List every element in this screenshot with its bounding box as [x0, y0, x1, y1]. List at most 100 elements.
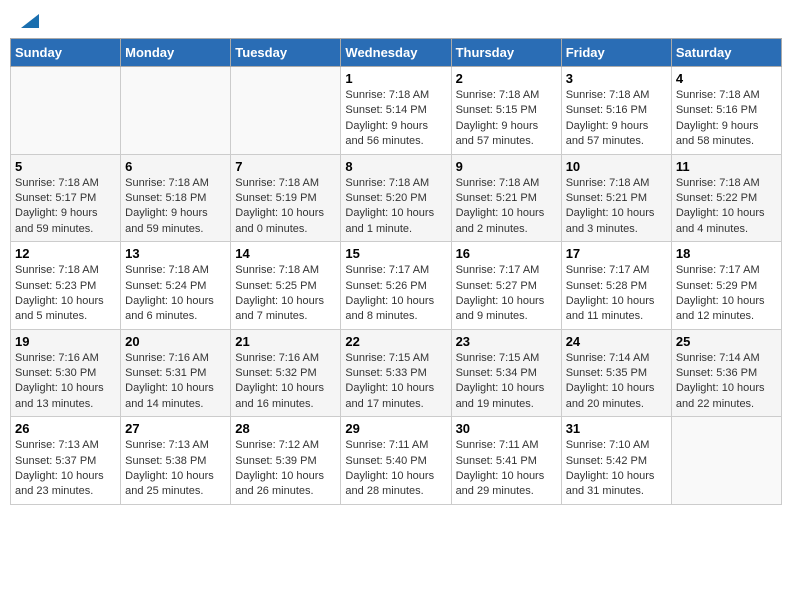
day-number: 3 — [566, 71, 667, 86]
day-info-text: Sunrise: 7:16 AM — [125, 351, 226, 366]
calendar-cell: 16Sunrise: 7:17 AMSunset: 5:27 PMDayligh… — [451, 242, 561, 330]
day-number: 4 — [676, 71, 777, 86]
day-info-text: Daylight: 9 hours and 59 minutes. — [125, 206, 226, 237]
calendar-cell: 30Sunrise: 7:11 AMSunset: 5:41 PMDayligh… — [451, 417, 561, 505]
day-info-text: Sunrise: 7:18 AM — [456, 88, 557, 103]
day-info-text: Sunrise: 7:18 AM — [15, 263, 116, 278]
calendar-cell: 1Sunrise: 7:18 AMSunset: 5:14 PMDaylight… — [341, 67, 451, 155]
calendar-cell: 4Sunrise: 7:18 AMSunset: 5:16 PMDaylight… — [671, 67, 781, 155]
day-info-text: Sunset: 5:19 PM — [235, 191, 336, 206]
day-info-text: Sunrise: 7:18 AM — [456, 176, 557, 191]
day-info-text: Sunrise: 7:17 AM — [566, 263, 667, 278]
calendar-cell: 13Sunrise: 7:18 AMSunset: 5:24 PMDayligh… — [121, 242, 231, 330]
day-info-text: Sunset: 5:42 PM — [566, 454, 667, 469]
day-info-text: Sunset: 5:21 PM — [566, 191, 667, 206]
calendar-cell: 21Sunrise: 7:16 AMSunset: 5:32 PMDayligh… — [231, 329, 341, 417]
day-number: 18 — [676, 246, 777, 261]
calendar-cell: 8 Sunrise: 7:18 AMSunset: 5:20 PMDaylight… — [341, 154, 451, 242]
calendar-cell: 20Sunrise: 7:16 AMSunset: 5:31 PMDayligh… — [121, 329, 231, 417]
day-info-text: Sunrise: 7:17 AM — [456, 263, 557, 278]
day-info-text: Sunset: 5:20 PM — [345, 191, 446, 206]
day-info-text: Sunset: 5:29 PM — [676, 279, 777, 294]
day-info-text: Daylight: 10 hours and 19 minutes. — [456, 381, 557, 412]
day-info-text: Daylight: 10 hours and 7 minutes. — [235, 294, 336, 325]
day-info-text: Sunrise: 7:13 AM — [125, 438, 226, 453]
calendar-cell: 12Sunrise: 7:18 AMSunset: 5:23 PMDayligh… — [11, 242, 121, 330]
day-info-text: Daylight: 9 hours and 57 minutes. — [566, 119, 667, 150]
calendar-cell: 9Sunrise: 7:18 AMSunset: 5:21 PMDaylight… — [451, 154, 561, 242]
day-info-text: Sunset: 5:27 PM — [456, 279, 557, 294]
day-number: 8 — [345, 159, 446, 174]
day-info-text: Daylight: 10 hours and 25 minutes. — [125, 469, 226, 500]
calendar-header — [10, 10, 782, 30]
calendar-cell: 14Sunrise: 7:18 AMSunset: 5:25 PMDayligh… — [231, 242, 341, 330]
day-info-text: Sunset: 5:16 PM — [676, 103, 777, 118]
day-number: 26 — [15, 421, 116, 436]
day-info-text: Sunset: 5:34 PM — [456, 366, 557, 381]
calendar-cell: 22Sunrise: 7:15 AMSunset: 5:33 PMDayligh… — [341, 329, 451, 417]
day-info-text: Sunset: 5:21 PM — [456, 191, 557, 206]
day-number: 28 — [235, 421, 336, 436]
day-info-text: Sunrise: 7:11 AM — [456, 438, 557, 453]
day-info-text: Sunrise: 7:16 AM — [15, 351, 116, 366]
day-info-text: Sunset: 5:23 PM — [15, 279, 116, 294]
day-info-text: Daylight: 9 hours and 57 minutes. — [456, 119, 557, 150]
day-number: 20 — [125, 334, 226, 349]
weekday-header-tuesday: Tuesday — [231, 39, 341, 67]
day-info-text: Daylight: 10 hours and 6 minutes. — [125, 294, 226, 325]
day-info-text: Sunrise: 7:18 AM — [235, 176, 336, 191]
day-info-text: Daylight: 10 hours and 16 minutes. — [235, 381, 336, 412]
day-info-text: Sunset: 5:16 PM — [566, 103, 667, 118]
day-info-text: Daylight: 10 hours and 26 minutes. — [235, 469, 336, 500]
day-info-text: Sunset: 5:38 PM — [125, 454, 226, 469]
day-info-text: Daylight: 10 hours and 29 minutes. — [456, 469, 557, 500]
calendar-cell — [231, 67, 341, 155]
day-info-text: Daylight: 10 hours and 17 minutes. — [345, 381, 446, 412]
day-info-text: Sunset: 5:25 PM — [235, 279, 336, 294]
calendar-cell: 25Sunrise: 7:14 AMSunset: 5:36 PMDayligh… — [671, 329, 781, 417]
day-info-text: Sunrise: 7:18 AM — [125, 263, 226, 278]
calendar-cell: 23Sunrise: 7:15 AMSunset: 5:34 PMDayligh… — [451, 329, 561, 417]
logo-bird-icon — [21, 14, 39, 28]
calendar-cell: 26Sunrise: 7:13 AMSunset: 5:37 PMDayligh… — [11, 417, 121, 505]
day-info-text: Sunset: 5:37 PM — [15, 454, 116, 469]
day-info-text: Daylight: 10 hours and 3 minutes. — [566, 206, 667, 237]
day-info-text: Sunrise: 7:17 AM — [676, 263, 777, 278]
day-info-text: Sunset: 5:40 PM — [345, 454, 446, 469]
calendar-cell: 3Sunrise: 7:18 AMSunset: 5:16 PMDaylight… — [561, 67, 671, 155]
day-number: 14 — [235, 246, 336, 261]
day-info-text: Sunrise: 7:17 AM — [345, 263, 446, 278]
day-number: 13 — [125, 246, 226, 261]
day-info-text: Daylight: 9 hours and 59 minutes. — [15, 206, 116, 237]
day-info-text: Sunrise: 7:15 AM — [345, 351, 446, 366]
calendar-table: SundayMondayTuesdayWednesdayThursdayFrid… — [10, 38, 782, 505]
day-number: 16 — [456, 246, 557, 261]
day-info-text: Sunset: 5:32 PM — [235, 366, 336, 381]
day-info-text: Daylight: 10 hours and 23 minutes. — [15, 469, 116, 500]
day-info-text: Sunrise: 7:11 AM — [345, 438, 446, 453]
day-info-text: Daylight: 10 hours and 14 minutes. — [125, 381, 226, 412]
day-info-text: Sunset: 5:41 PM — [456, 454, 557, 469]
day-info-text: Daylight: 10 hours and 1 minute. — [345, 206, 446, 237]
calendar-cell: 29Sunrise: 7:11 AMSunset: 5:40 PMDayligh… — [341, 417, 451, 505]
day-info-text: Daylight: 10 hours and 11 minutes. — [566, 294, 667, 325]
day-info-text: Sunset: 5:17 PM — [15, 191, 116, 206]
day-info-text: Daylight: 9 hours and 56 minutes. — [345, 119, 446, 150]
day-info-text: Sunrise: 7:15 AM — [456, 351, 557, 366]
day-info-text: Daylight: 10 hours and 2 minutes. — [456, 206, 557, 237]
day-number: 10 — [566, 159, 667, 174]
day-number: 25 — [676, 334, 777, 349]
day-info-text: Daylight: 9 hours and 58 minutes. — [676, 119, 777, 150]
calendar-cell — [11, 67, 121, 155]
day-number: 22 — [345, 334, 446, 349]
day-info-text: Sunrise: 7:14 AM — [566, 351, 667, 366]
day-number: 11 — [676, 159, 777, 174]
day-info-text: Sunrise: 7:18 AM — [345, 176, 446, 191]
calendar-cell — [121, 67, 231, 155]
day-info-text: Sunrise: 7:14 AM — [676, 351, 777, 366]
day-info-text: Sunrise: 7:18 AM — [345, 88, 446, 103]
day-info-text: Daylight: 10 hours and 20 minutes. — [566, 381, 667, 412]
day-info-text: Sunrise: 7:18 AM — [15, 176, 116, 191]
day-number: 19 — [15, 334, 116, 349]
day-info-text: Daylight: 10 hours and 22 minutes. — [676, 381, 777, 412]
